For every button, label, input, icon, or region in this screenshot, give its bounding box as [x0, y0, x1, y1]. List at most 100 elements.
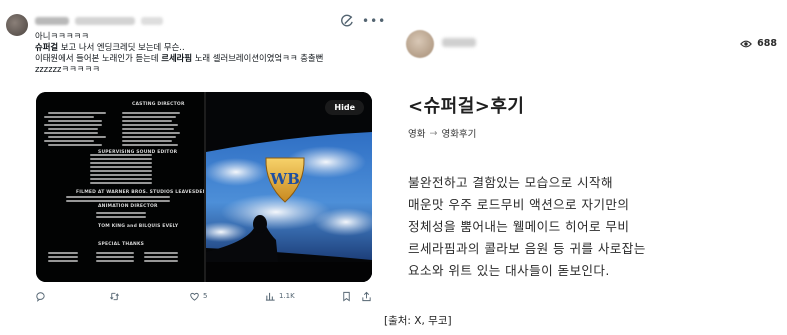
hide-media-button[interactable]: Hide — [325, 100, 364, 115]
credit-text-line — [144, 260, 178, 262]
eye-icon — [740, 40, 753, 47]
credit-text-line — [44, 116, 94, 118]
like-count: 5 — [203, 292, 208, 300]
text-run: zzzzzzㅋㅋㅋㅋㅋ — [35, 64, 100, 74]
credit-text-line — [122, 112, 180, 114]
bookmark-button[interactable] — [341, 289, 352, 303]
credit-text-line — [48, 256, 78, 258]
credit-text-line — [90, 158, 152, 160]
credit-header: SPECIAL THANKS — [98, 242, 145, 247]
post-title[interactable]: <슈퍼걸>후기 — [408, 92, 524, 118]
credit-text-line — [90, 154, 152, 156]
text-run: 보고 나서 엔딩크레딧 보는데 무슨.. — [58, 42, 185, 52]
highlighted-keyword: 르세라핌 — [161, 53, 193, 63]
credit-text-line — [122, 120, 172, 122]
credit-header: ANIMATION DIRECTOR — [98, 204, 158, 209]
credit-text-line — [90, 170, 152, 172]
tweet-card: ••• 아니ㅋㅋㅋㅋㅋ 슈퍼걸 보고 나서 엔딩크레딧 보는데 무슨.. 이태원에서… — [0, 0, 385, 310]
credit-text-line — [48, 144, 102, 146]
post-body: 불완전하고 결함있는 모습으로 시작해 매운맛 우주 로드무비 액션으로 자기만… — [408, 172, 778, 282]
heart-icon — [190, 292, 199, 301]
author-avatar[interactable] — [406, 30, 434, 58]
more-options-icon[interactable]: ••• — [362, 14, 385, 28]
tweet-text-line: 슈퍼걸 보고 나서 엔딩크레딧 보는데 무슨.. — [35, 42, 380, 53]
credit-text-line — [48, 128, 98, 130]
credit-text-line — [122, 136, 176, 138]
share-icon — [362, 291, 371, 301]
credit-text-line — [122, 132, 180, 134]
credit-header: TOM KING and BILQUIS EVELY — [98, 224, 179, 229]
credit-text-line — [96, 212, 146, 214]
view-counter: 688 — [740, 38, 777, 49]
repost-icon — [110, 292, 119, 300]
like-button[interactable]: 5 — [189, 289, 207, 303]
warner-bros-screen-illustration: WB — [206, 92, 372, 282]
blurred-handle[interactable] — [75, 17, 135, 25]
credit-text-line — [48, 252, 78, 254]
credit-text-line — [122, 124, 178, 126]
credit-text-line — [90, 174, 152, 176]
views-button[interactable]: 1.1K — [265, 289, 295, 303]
credit-text-line — [48, 260, 78, 262]
body-line: 매운맛 우주 로드무비 액션으로 자기만의 — [408, 197, 630, 212]
tweet-text: 아니ㅋㅋㅋㅋㅋ 슈퍼걸 보고 나서 엔딩크레딧 보는데 무슨.. 이태원에서 들어본… — [35, 31, 380, 75]
source-caption: [출처: X, 무코] — [384, 315, 452, 327]
highlighted-keyword: 슈퍼걸 — [35, 42, 59, 52]
grok-icon[interactable] — [340, 14, 354, 28]
avatar[interactable] — [6, 14, 28, 36]
credit-text-line — [96, 252, 134, 254]
cinema-screen-image: WB Hide — [206, 92, 372, 282]
view-count: 1.1K — [279, 292, 295, 300]
credit-text-line — [96, 260, 134, 262]
credit-text-line — [44, 132, 98, 134]
breadcrumb-category[interactable]: 영화 — [408, 126, 425, 140]
credit-text-line — [144, 252, 178, 254]
credit-text-line — [44, 124, 102, 126]
body-line: 불완전하고 결함있는 모습으로 시작해 — [408, 175, 613, 190]
credit-text-line — [48, 136, 106, 138]
breadcrumb: 영화 → 영화후기 — [408, 126, 476, 141]
svg-text:WB: WB — [269, 170, 300, 188]
bookmark-icon — [343, 291, 350, 302]
text-run: 아니ㅋㅋㅋㅋㅋ — [35, 31, 89, 41]
blog-post-card: 688 <슈퍼걸>후기 영화 → 영화후기 불완전하고 결함있는 모습으로 시작… — [384, 0, 787, 310]
end-credits-image: CASTING DIRECTOR SUPERVISING SOUND EDITOR… — [36, 92, 236, 282]
credit-text-line — [48, 120, 102, 122]
repost-button[interactable] — [109, 289, 123, 303]
blurred-date[interactable] — [141, 17, 163, 25]
blurred-author-name[interactable] — [442, 38, 476, 47]
credit-text-line — [122, 144, 178, 146]
text-run: 노래 셀러브레이션이였엌ㅋㅋ 충출뻔 — [192, 53, 324, 63]
breadcrumb-arrow: → — [429, 127, 438, 139]
tweet-text-line: 아니ㅋㅋㅋㅋㅋ — [35, 31, 380, 42]
analytics-icon — [265, 292, 275, 301]
reply-button[interactable] — [35, 289, 49, 303]
credit-text-line — [96, 256, 134, 258]
credit-text-line — [90, 182, 152, 184]
credit-text-line — [122, 140, 172, 142]
reply-icon — [36, 291, 45, 302]
tweet-header — [35, 14, 335, 28]
tweet-text-line: 이태원에서 들어본 노래인가 듣는데 르세라핌 노래 셀러브레이션이였엌ㅋㅋ 충… — [35, 53, 380, 64]
credit-text-line — [66, 196, 170, 198]
credit-text-line — [44, 140, 94, 142]
credit-text-line — [144, 256, 178, 258]
body-line: 르세라핌과의 콜라보 음원 등 귀를 사로잡는 — [408, 241, 646, 256]
tweet-actions: 5 1.1K — [35, 289, 380, 303]
blurred-display-name[interactable] — [35, 17, 69, 25]
credit-text-line — [96, 216, 146, 218]
body-line: 요소와 위트 있는 대사들이 돋보인다. — [408, 263, 610, 278]
text-run: 이태원에서 들어본 노래인가 듣는데 — [35, 53, 162, 63]
credit-header: CASTING DIRECTOR — [132, 102, 185, 107]
tweet-media[interactable]: CASTING DIRECTOR SUPERVISING SOUND EDITOR… — [36, 92, 372, 282]
credit-text-line — [48, 112, 106, 114]
tweet-text-line: zzzzzzㅋㅋㅋㅋㅋ — [35, 64, 380, 75]
body-line: 정체성을 뿜어내는 웰메이드 히어로 무비 — [408, 219, 630, 234]
share-button[interactable] — [361, 289, 372, 303]
credit-text-line — [122, 128, 174, 130]
credit-text-line — [90, 162, 152, 164]
credit-text-line — [90, 178, 152, 180]
view-count-value: 688 — [757, 38, 777, 49]
breadcrumb-subcategory[interactable]: 영화후기 — [441, 126, 476, 140]
credit-text-line — [66, 200, 170, 202]
